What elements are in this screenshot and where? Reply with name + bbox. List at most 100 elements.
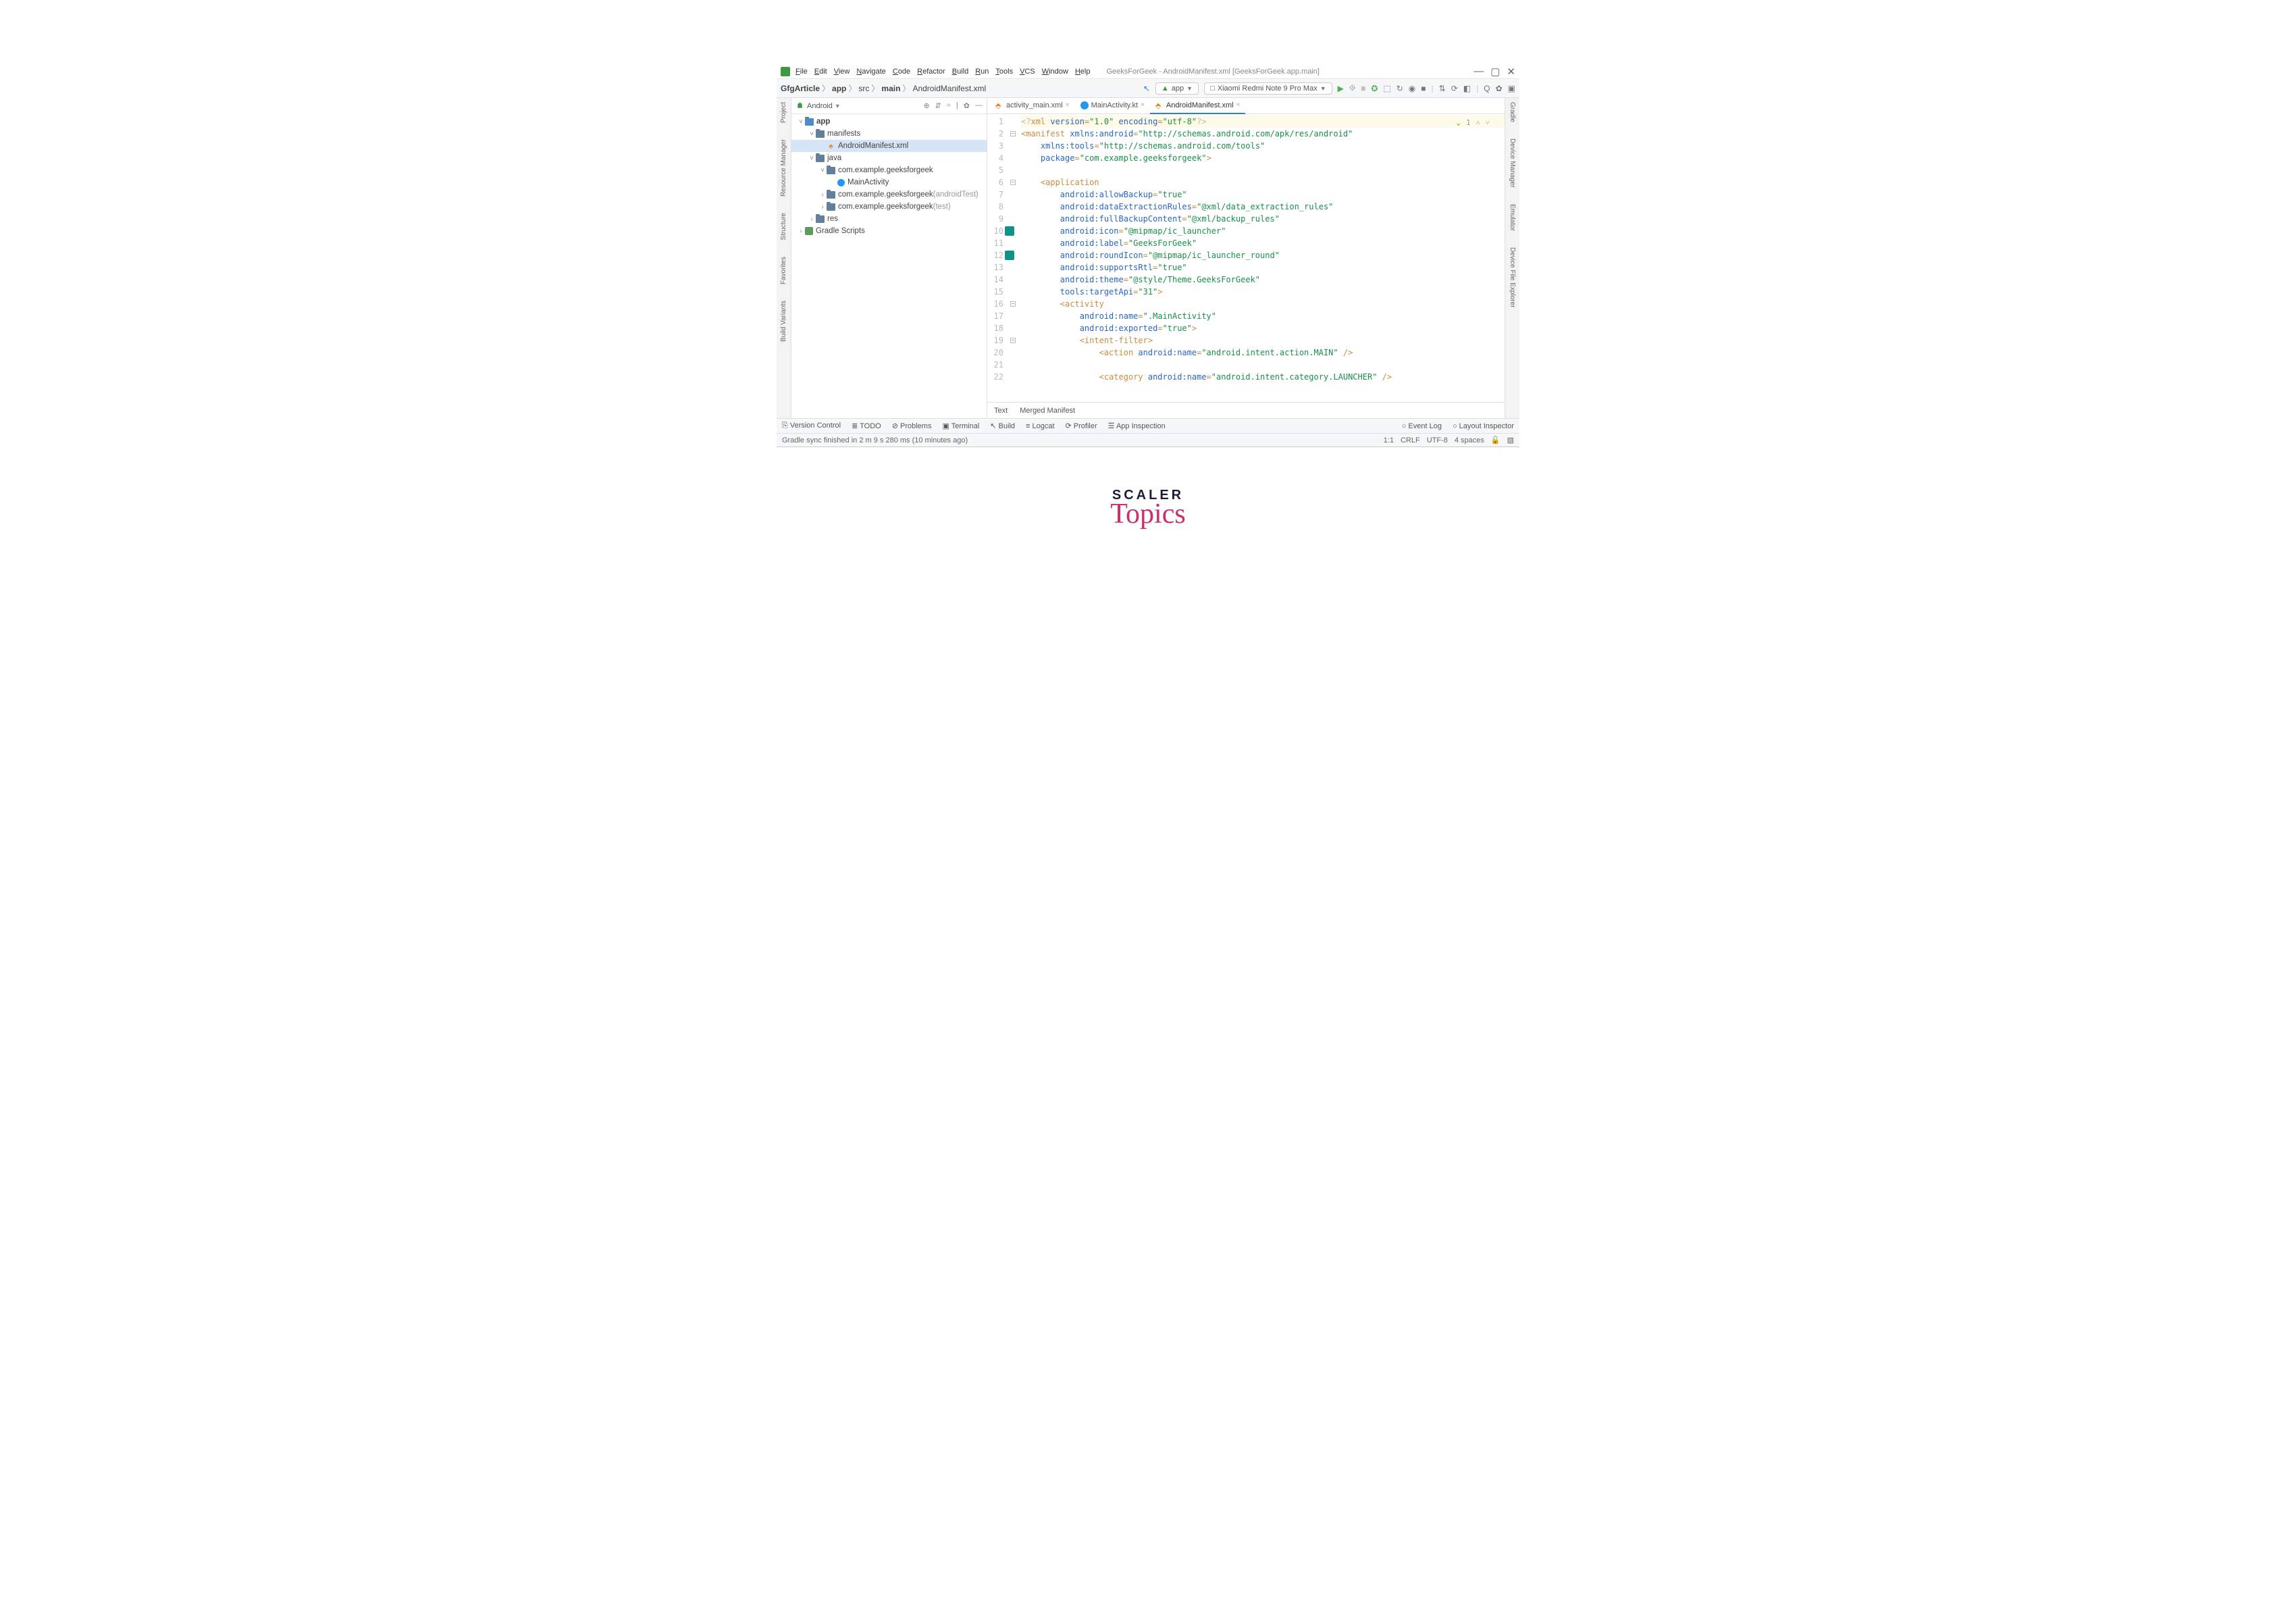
bottom-tool-todo[interactable]: ≣ TODO (852, 422, 881, 430)
encoding[interactable]: UTF-8 (1427, 436, 1448, 444)
left-sidebar: Project Resource Manager Structure Favorite… (777, 98, 791, 418)
target-icon[interactable]: ⊕ (923, 101, 929, 110)
bottom-tool-profiler[interactable]: ⟳ Profiler (1066, 422, 1097, 430)
avd-icon[interactable]: ◧ (1463, 84, 1471, 93)
settings-icon[interactable]: ✿ (1496, 84, 1503, 93)
sidebar-item-device-file-explorer[interactable]: Device File Explorer (1509, 247, 1516, 307)
profile-icon[interactable]: ✪ (1371, 84, 1378, 93)
device-icon: □ (1210, 84, 1215, 93)
menu-edit[interactable]: Edit (814, 68, 827, 76)
sidebar-item-favorites[interactable]: Favorites (780, 257, 787, 284)
indent[interactable]: 4 spaces (1455, 436, 1484, 444)
caret-pos[interactable]: 1:1 (1384, 436, 1394, 444)
debug-icon[interactable]: ⟐ (1349, 83, 1355, 93)
menu-view[interactable]: View (834, 68, 850, 76)
editor-subtabs: Text Merged Manifest (987, 402, 1505, 418)
crumb-0[interactable]: GfgArticle (781, 84, 820, 93)
bottom-tool-app-inspection[interactable]: ☰ App Inspection (1108, 422, 1166, 430)
tree-item[interactable]: ˅java (791, 152, 987, 164)
sidebar-item-project[interactable]: Project (780, 102, 787, 123)
hide-icon[interactable]: — (975, 101, 983, 110)
menu-tools[interactable]: Tools (995, 68, 1013, 76)
subtab-merged-manifest[interactable]: Merged Manifest (1020, 407, 1075, 415)
tree-item[interactable]: MainActivity (791, 176, 987, 188)
tree-header[interactable]: Android ▼ ⊕ ⇵ ÷ | ✿ — (791, 98, 987, 114)
tab-activity_main.xml[interactable]: ⬘activity_main.xml× (990, 98, 1075, 114)
up-icon[interactable]: ˄ (1476, 117, 1480, 129)
sidebar-item-device-manager[interactable]: Device Manager (1509, 138, 1516, 188)
window-title: GeeksForGeek - AndroidManifest.xml [Geek… (1106, 68, 1319, 76)
panel-icon[interactable]: ▣ (1508, 84, 1515, 93)
tree-item[interactable]: ˅app (791, 116, 987, 128)
app-icon (781, 67, 790, 76)
sidebar-item-resource-manager[interactable]: Resource Manager (780, 139, 787, 197)
menu-window[interactable]: Window (1042, 68, 1068, 76)
collapse-icon[interactable]: ÷ (947, 101, 951, 110)
coverage-icon[interactable]: ≡ (1361, 84, 1365, 93)
titlebar: File Edit View Navigate Code Refactor Build Run… (777, 64, 1519, 79)
tab-AndroidManifest.xml[interactable]: ⬘AndroidManifest.xml× (1150, 98, 1246, 114)
menu-build[interactable]: Build (952, 68, 968, 76)
expand-icon[interactable]: ⇵ (935, 101, 941, 110)
bottom-tool-event-log[interactable]: ○ Event Log (1402, 422, 1442, 430)
search-icon[interactable]: Q (1484, 84, 1490, 93)
tab-MainActivity.kt[interactable]: MainActivity.kt× (1075, 98, 1150, 114)
menu-vcs[interactable]: VCS (1020, 68, 1035, 76)
minimize-icon[interactable]: — (1473, 66, 1484, 78)
menu-help[interactable]: Help (1075, 68, 1091, 76)
status-message: Gradle sync finished in 2 m 9 s 280 ms (… (782, 436, 968, 444)
code-area[interactable]: 12345678910111213141516171819202122 −−−−… (987, 114, 1505, 402)
readonly-icon[interactable]: 🔓 (1491, 436, 1501, 444)
sidebar-item-gradle[interactable]: Gradle (1509, 102, 1516, 122)
menu-refactor[interactable]: Refactor (917, 68, 945, 76)
inspection-widget[interactable]: ⌄ 1 ˄ ˅ (1456, 117, 1490, 129)
menu-run[interactable]: Run (975, 68, 989, 76)
maximize-icon[interactable]: ▢ (1490, 66, 1500, 78)
run-config-selector[interactable]: ▲ app ▼ (1155, 82, 1199, 95)
tree-item[interactable]: ›Gradle Scripts (791, 225, 987, 237)
menu-code[interactable]: Code (893, 68, 910, 76)
attach-icon[interactable]: ⬚ (1383, 84, 1390, 93)
memory-icon[interactable]: ▧ (1507, 436, 1514, 444)
status-bar: Gradle sync finished in 2 m 9 s 280 ms (… (777, 434, 1519, 447)
down-icon[interactable]: ˅ (1486, 117, 1490, 129)
menu-file[interactable]: File (795, 68, 808, 76)
stop-icon[interactable]: ◉ (1409, 84, 1415, 93)
android-icon: ▲ (1162, 84, 1169, 93)
gear-icon[interactable]: ✿ (964, 101, 970, 110)
crumb-2[interactable]: src (858, 84, 869, 93)
close-icon[interactable]: ✕ (1507, 66, 1515, 78)
bottom-tool-logcat[interactable]: ≡ Logcat (1026, 422, 1055, 430)
bottom-tool-problems[interactable]: ⊘ Problems (892, 422, 932, 430)
subtab-text[interactable]: Text (994, 407, 1008, 415)
android-icon (795, 101, 804, 110)
bottom-tool-strip: ⎘ Version Control ≣ TODO ⊘ Problems ▣ Termi… (777, 419, 1519, 434)
tree-item[interactable]: ›res (791, 213, 987, 225)
sidebar-item-build-variants[interactable]: Build Variants (780, 301, 787, 342)
update-icon[interactable]: ⟳ (1451, 84, 1458, 93)
run-icon[interactable]: ▶ (1338, 84, 1344, 93)
device-selector[interactable]: □ Xiaomi Redmi Note 9 Pro Max ▼ (1204, 82, 1332, 95)
sync-icon[interactable]: ↻ (1397, 84, 1403, 93)
tree-item[interactable]: ⬘AndroidManifest.xml (791, 140, 987, 152)
git-icon[interactable]: ⇅ (1439, 84, 1446, 93)
tree-item[interactable]: ˅com.example.geeksforgeek (791, 164, 987, 176)
bottom-tool-layout-inspector[interactable]: ○ Layout Inspector (1453, 422, 1514, 430)
tree-item[interactable]: ›com.example.geeksforgeek (androidTest) (791, 188, 987, 201)
tree-item[interactable]: ˅manifests (791, 128, 987, 140)
crumb-1[interactable]: app (832, 84, 846, 93)
bottom-tool-build[interactable]: ↖ Build (990, 422, 1015, 430)
line-sep[interactable]: CRLF (1401, 436, 1420, 444)
editor: ⬘activity_main.xml×MainActivity.kt×⬘Andr… (987, 98, 1505, 418)
bottom-tool-version-control[interactable]: ⎘ Version Control (782, 422, 841, 430)
menu-navigate[interactable]: Navigate (856, 68, 885, 76)
sidebar-item-emulator[interactable]: Emulator (1509, 204, 1516, 231)
stop2-icon[interactable]: ■ (1421, 84, 1426, 93)
crumb-4[interactable]: AndroidManifest.xml (912, 84, 986, 93)
tree-item[interactable]: ›com.example.geeksforgeek (test) (791, 201, 987, 213)
bottom-tool-terminal[interactable]: ▣ Terminal (942, 422, 979, 430)
crumb-3[interactable]: main (881, 84, 900, 93)
breadcrumb[interactable]: GfgArticle〉app〉src〉main〉AndroidManifest.… (781, 82, 986, 94)
back-arrow-icon[interactable]: ↖ (1143, 84, 1150, 93)
sidebar-item-structure[interactable]: Structure (780, 213, 787, 240)
